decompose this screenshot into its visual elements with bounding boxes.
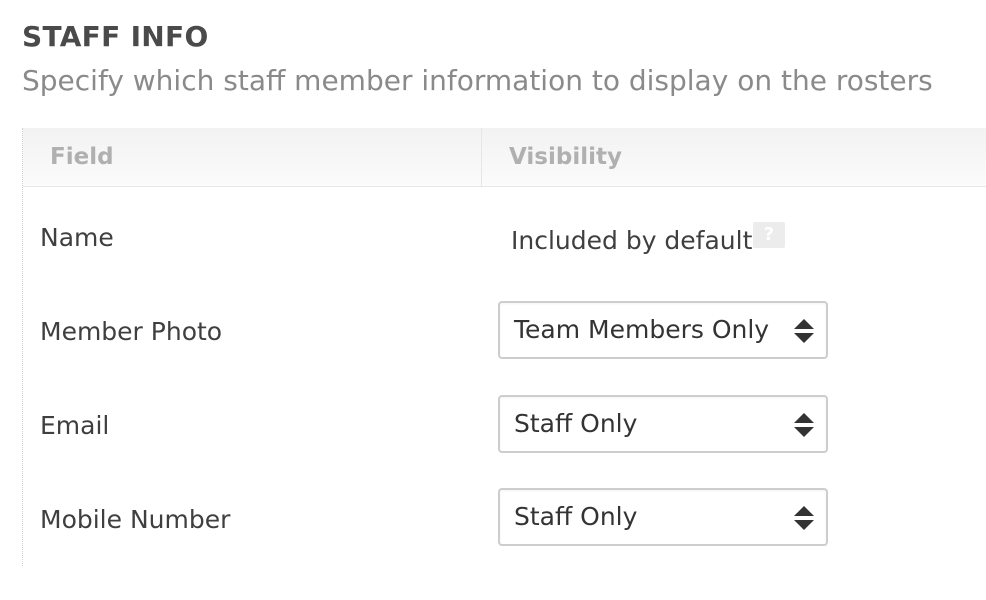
member-photo-visibility-select[interactable]: Team Members Only [498,301,828,359]
row-label-mobile-number: Mobile Number [40,505,231,534]
up-down-arrows-icon [794,506,814,530]
column-header-visibility: Visibility [509,144,622,170]
row-label-email: Email [40,411,110,440]
email-visibility-select[interactable]: Staff Only [498,395,828,453]
select-value: Staff Only [514,502,638,531]
row-label-member-photo: Member Photo [40,317,223,346]
select-value: Staff Only [514,409,638,438]
included-by-default-text: Included by default [511,226,753,255]
table-header: Field Visibility [23,128,986,187]
section-title: STAFF INFO [22,20,209,53]
select-value: Team Members Only [514,315,770,344]
up-down-arrows-icon [794,413,814,437]
mobile-number-visibility-select[interactable]: Staff Only [498,488,828,546]
column-divider [481,128,482,186]
section-subtitle: Specify which staff member information t… [22,64,933,97]
row-label-name: Name [40,223,114,252]
question-mark-icon[interactable]: ? [753,222,785,248]
up-down-arrows-icon [794,319,814,343]
column-header-field: Field [50,144,114,170]
staff-info-table: Field Visibility Name Included by defaul… [22,128,986,566]
